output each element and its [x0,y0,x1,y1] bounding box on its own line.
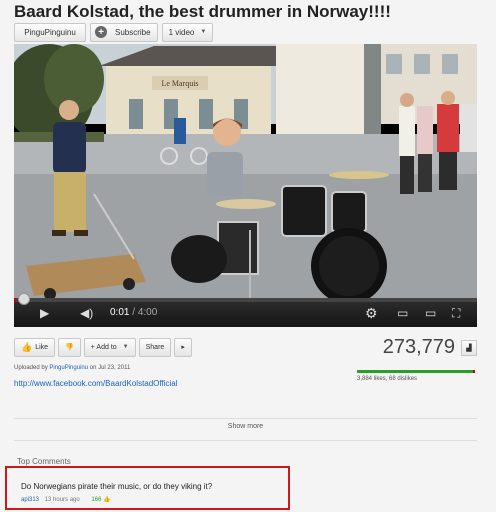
action-row: 👍 Like 👎 + Add to ▼ Share ▸ [14,337,195,357]
videos-label: 1 video [168,27,195,37]
subscribe-button[interactable]: + Subscribe [90,22,158,42]
upload-info: Uploaded by PinguPinguinu on Jul 23, 201… [14,365,130,371]
flag-icon: ▸ [181,344,185,351]
share-label: Share [145,343,165,351]
share-button[interactable]: Share [138,337,172,357]
player-controls: ▶ ◀) 0:01 / 4:00 ⚙ ▭ ▭ ⛶ [14,293,477,327]
large-player-icon[interactable]: ▭ [425,306,436,320]
video-title: Baard Kolstad, the best drummer in Norwa… [14,2,391,21]
thumbs-up-icon: 👍 [21,341,33,352]
plus-icon: + [95,26,107,38]
dislike-button[interactable]: 👎 [58,337,81,357]
uploaded-prefix: Uploaded by [14,365,48,371]
current-time: 0:01 [110,307,130,318]
like-button[interactable]: 👍 Like [14,337,56,357]
play-icon[interactable]: ▶ [40,306,49,320]
channel-row: PinguPinguinu + Subscribe 1 video ▼ [14,22,214,42]
comments-heading: Top Comments [17,457,71,466]
subscribe-label: Subscribe [115,27,151,37]
progress-bar[interactable] [14,293,477,305]
more-actions-button[interactable]: ▸ [174,337,192,357]
time-separator: / [129,307,138,318]
thumbs-down-icon: 👎 [65,344,74,351]
add-to-button[interactable]: + Add to ▼ [83,337,136,357]
view-count: 273,779 [382,336,455,358]
comment-meta: api313 13 hours ago 166 👍 [21,496,111,503]
bar-chart-icon: ▟ [466,345,472,352]
volume-icon[interactable]: ◀) [80,306,93,320]
comment-text: Do Norwegians pirate their music, or do … [21,482,213,491]
videos-dropdown[interactable]: 1 video ▼ [161,22,214,42]
divider [14,418,477,419]
comment-age: 13 hours ago [44,497,80,503]
chevron-down-icon: ▼ [122,344,129,350]
comment-votes: 166 [91,497,102,503]
likes-ratio-bar [357,370,475,373]
video-player[interactable]: Le Marquis ▶ ◀) 0:01 / 4:00 ⚙ ▭ ▭ ⛶ [14,44,477,327]
stats-button[interactable]: ▟ [461,340,477,356]
building-sign: Le Marquis [161,79,198,88]
progress-scrubber[interactable] [18,293,30,305]
divider [14,440,477,441]
time-display: 0:01 / 4:00 [110,307,157,318]
total-time: 4:00 [137,307,158,318]
comment-author[interactable]: api313 [21,497,39,503]
video-frame: Le Marquis [14,44,477,300]
likes-dislikes-text: 3,884 likes, 68 dislikes [357,376,418,382]
highlighted-comment: Do Norwegians pirate their music, or do … [5,466,290,510]
add-to-label: + Add to [90,343,117,351]
uploaded-date: on Jul 23, 2011 [89,365,131,371]
chevron-down-icon: ▼ [200,29,207,35]
show-more-button[interactable]: Show more [14,423,477,430]
like-label: Like [35,343,49,351]
fullscreen-icon[interactable]: ⛶ [452,306,460,320]
popout-icon[interactable]: ▭ [397,306,408,320]
thumbs-up-icon[interactable]: 👍 [103,497,110,503]
uploader-link[interactable]: PinguPinguinu [49,365,88,371]
description-link[interactable]: http://www.facebook.com/BaardKolstadOffi… [14,379,178,388]
progress-fill [14,298,16,302]
likes-ratio-fill [357,370,473,373]
gear-icon[interactable]: ⚙ [365,306,378,320]
channel-name-button[interactable]: PinguPinguinu [14,22,86,42]
